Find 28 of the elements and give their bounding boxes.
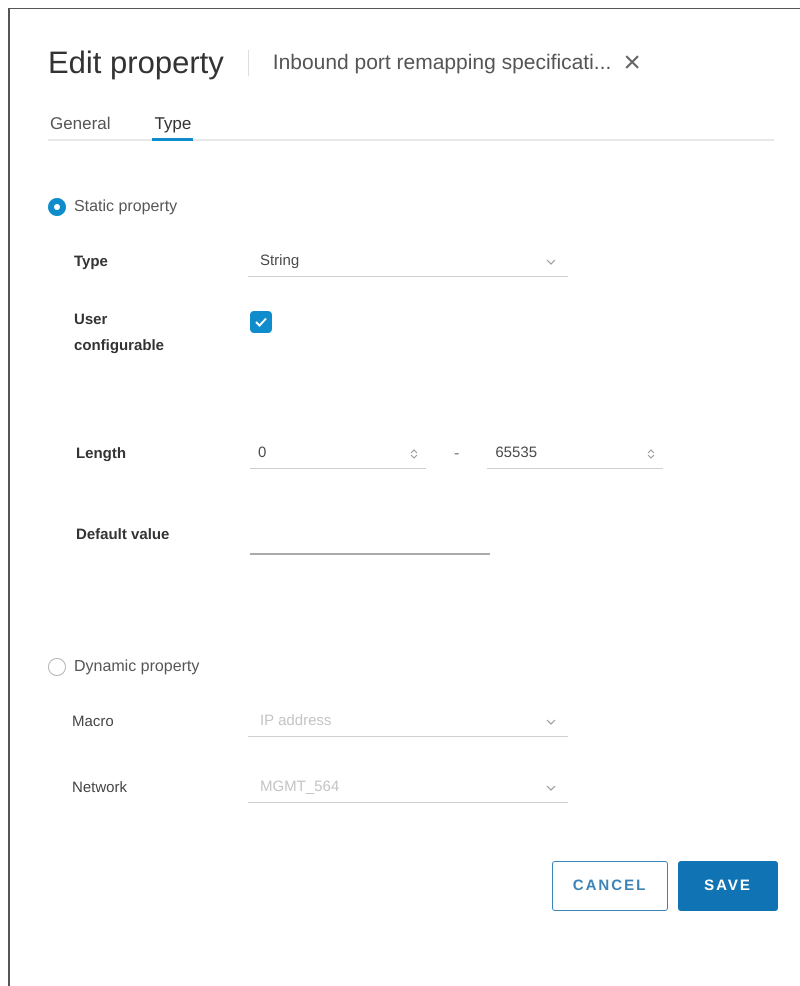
chevron-down-icon [546,784,556,790]
checkbox[interactable] [250,311,272,333]
radio-button[interactable] [48,658,66,676]
radio-button[interactable] [48,198,66,216]
close-button[interactable]: × [623,48,641,78]
radio-label: Dynamic property [74,657,200,677]
dialog-title: Edit property [48,44,224,82]
spinner-arrows-icon [410,448,418,460]
field-label: Length [76,444,127,464]
field-label: Default value [76,524,170,545]
field-label: User configurable [74,310,166,356]
chevron-down-icon [546,718,556,724]
chevron-down-icon [546,258,556,264]
field-label: Network [72,778,128,798]
tab[interactable]: Type [152,109,194,141]
dropdown-select[interactable]: String [248,247,568,277]
number-field[interactable]: 0 [250,439,426,469]
number-field[interactable]: 65535 [487,439,664,469]
dialog-subtitle: Inbound port remapping specificati... [272,50,612,76]
field-label: Type [74,252,109,272]
radio-label: Static property [74,197,178,217]
save-button[interactable]: SAVE [678,861,778,911]
field-label: Macro [72,712,115,732]
tab[interactable]: General [48,109,112,141]
check-icon [255,317,267,327]
range-separator: - [454,444,460,464]
cancel-button[interactable]: CANCEL [552,861,668,911]
spinner-arrows-icon [647,448,656,460]
